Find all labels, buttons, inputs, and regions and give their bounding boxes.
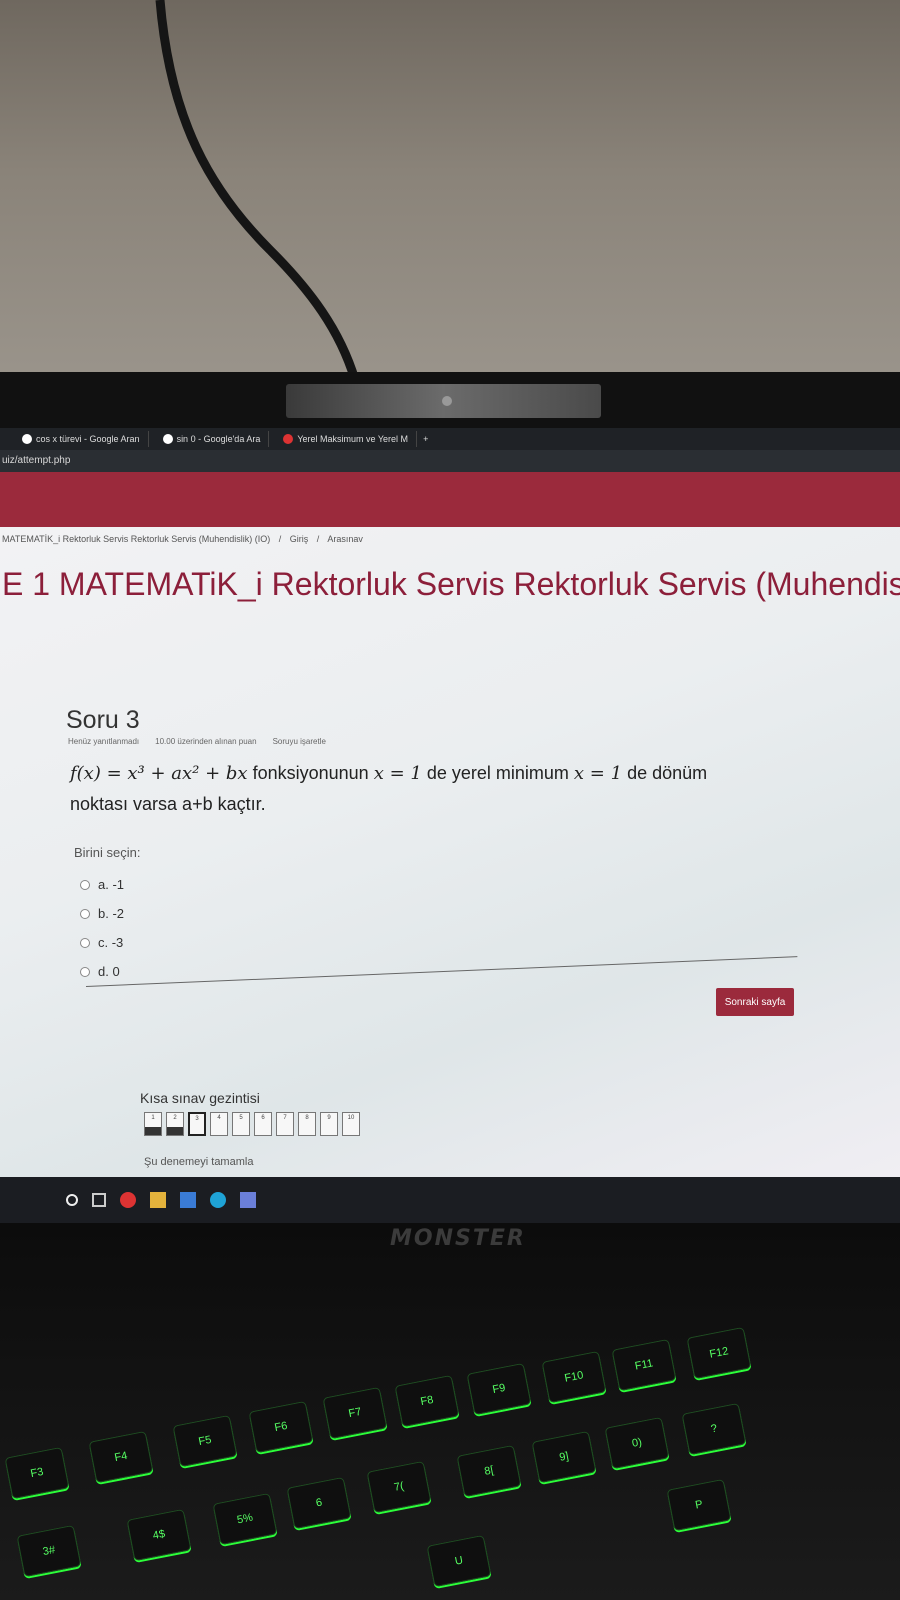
question-nav-box[interactable]: 4 (210, 1112, 228, 1136)
mail-icon[interactable] (180, 1192, 196, 1208)
address-bar[interactable]: uiz/attempt.php (0, 450, 900, 472)
webcam-lens (442, 396, 452, 406)
breadcrumb-item[interactable]: Giriş (290, 534, 309, 544)
site-icon (283, 434, 294, 444)
option-label[interactable]: a. -1 (98, 877, 124, 892)
radio-button[interactable] (80, 879, 90, 890)
answer-option[interactable]: d. 0 (80, 957, 124, 986)
option-label[interactable]: c. -3 (98, 935, 123, 950)
question-text-part: fonksiyonunun (252, 763, 369, 783)
question-nav-box[interactable]: 3 (188, 1112, 206, 1136)
task-view-icon[interactable] (92, 1193, 106, 1207)
finish-attempt-link[interactable]: Şu denemeyi tamamla (144, 1156, 253, 1168)
tab-label: sin 0 - Google'da Ara (176, 434, 261, 444)
radio-button[interactable] (80, 966, 90, 977)
google-icon (162, 434, 173, 444)
math-expression: x = 1 (573, 763, 623, 784)
edge-icon[interactable] (210, 1192, 226, 1208)
browser-tab[interactable]: sin 0 - Google'da Ara (155, 431, 270, 447)
answer-option[interactable]: c. -3 (80, 928, 124, 957)
page-title: E 1 MATEMATiK_i Rektorluk Servis Rektorl… (2, 566, 900, 602)
math-expression: x = 1 (373, 763, 422, 784)
answer-option[interactable]: b. -2 (80, 899, 124, 928)
chrome-icon[interactable] (120, 1192, 136, 1208)
file-explorer-icon[interactable] (150, 1192, 166, 1208)
browser-tab-strip: cos x türevi - Google Aran sin 0 - Googl… (0, 428, 900, 450)
math-expression: f(x) = x³ + ax² + bx (70, 763, 248, 784)
next-page-button[interactable]: Sonraki sayfa (716, 988, 794, 1016)
breadcrumb-separator: / (316, 534, 320, 544)
question-nav-box[interactable]: 8 (298, 1112, 316, 1136)
question-number: Soru 3 (66, 706, 140, 734)
app-icon[interactable] (240, 1192, 256, 1208)
answer-option[interactable]: a. -1 (80, 870, 124, 899)
breadcrumb-item[interactable]: MATEMATİK_i Rektorluk Servis Rektorluk S… (2, 534, 270, 544)
new-tab-button[interactable]: + (423, 434, 428, 444)
radio-button[interactable] (80, 908, 90, 919)
breadcrumb: MATEMATİK_i Rektorluk Servis Rektorluk S… (2, 534, 369, 544)
browser-tab[interactable]: cos x türevi - Google Aran (14, 431, 149, 447)
question-text: f(x) = x³ + ax² + bx fonksiyonunun x = 1… (70, 758, 770, 819)
site-header-bar (0, 472, 900, 527)
radio-button[interactable] (80, 937, 90, 948)
option-label[interactable]: b. -2 (98, 906, 124, 921)
question-nav-box[interactable]: 2 (166, 1112, 184, 1136)
answer-prompt: Birini seçin: (74, 845, 141, 860)
breadcrumb-item[interactable]: Arasınav (327, 534, 363, 544)
quiz-navigation-title: Kısa sınav gezintisi (140, 1090, 260, 1106)
tab-label: cos x türevi - Google Aran (36, 434, 140, 444)
breadcrumb-separator: / (278, 534, 282, 544)
question-points: 10.00 üzerinden alınan puan (155, 737, 257, 746)
taskbar (0, 1177, 900, 1223)
option-label[interactable]: d. 0 (98, 964, 120, 979)
question-nav-box[interactable]: 7 (276, 1112, 294, 1136)
quiz-navigation: 1 2 3 4 5 6 7 8 9 10 (144, 1112, 360, 1136)
question-nav-box[interactable]: 1 (144, 1112, 162, 1136)
question-status: Henüz yanıtlanmadı (68, 737, 140, 746)
laptop-brand-logo: MONSTER (390, 1226, 526, 1251)
flag-question-link[interactable]: Soruyu işaretle (273, 737, 326, 746)
tab-label: Yerel Maksimum ve Yerel M (297, 434, 409, 444)
question-text-part: de yerel minimum (426, 763, 569, 783)
question-info: Henüz yanıtlanmadı 10.00 üzerinden alına… (68, 737, 326, 746)
question-nav-box[interactable]: 5 (232, 1112, 250, 1136)
cable (155, 0, 360, 380)
answer-options: a. -1 b. -2 c. -3 d. 0 (80, 870, 124, 986)
question-nav-box[interactable]: 9 (320, 1112, 338, 1136)
question-nav-box[interactable]: 6 (254, 1112, 272, 1136)
google-icon (22, 434, 32, 444)
question-nav-box[interactable]: 10 (342, 1112, 360, 1136)
browser-tab[interactable]: Yerel Maksimum ve Yerel M (275, 431, 418, 447)
start-icon[interactable] (66, 1194, 78, 1206)
